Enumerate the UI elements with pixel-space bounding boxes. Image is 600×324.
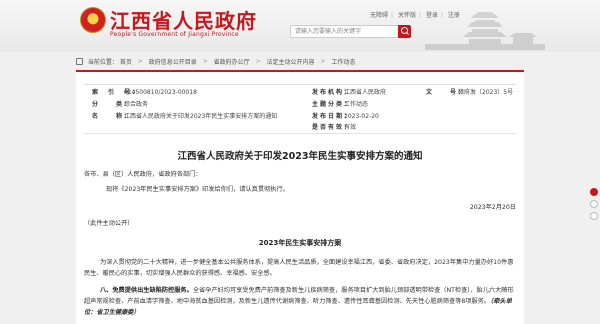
side-toolbar (590, 188, 600, 224)
divider: | (391, 12, 394, 19)
section-lead-paragraph: 为深入贯彻党的二十大精神，进一步健全基本公共服务体系，提高人民生活品质，全面建设… (84, 259, 514, 277)
breadcrumb-separator: > (137, 58, 143, 65)
meta-index: 索 引 号：014500810/2023-00018 (92, 89, 197, 96)
meta-docno: 文 号：赣府发〔2023〕5号 (426, 89, 514, 96)
meta-title: 名 称：江西省人民政府关于印发2023年民生实事安排方案的通知 (92, 113, 278, 120)
breadcrumb-label: 当前位置： (87, 59, 118, 66)
site-title[interactable]: 江西省人民政府 (110, 5, 257, 34)
document-meta-table: 索 引 号：014500810/2023-00018 发布机构：江西省人民政府 … (84, 84, 516, 134)
breadcrumb-item-work-news[interactable]: 工作动态 (331, 57, 355, 66)
article-panel: 索 引 号：014500810/2023-00018 发布机构：江西省人民政府 … (76, 72, 524, 324)
search-icon[interactable] (398, 25, 411, 38)
search-input[interactable]: 请输入您要输入的关键字 (290, 25, 400, 38)
article-date: 2023年2月20日 (469, 204, 516, 211)
breadcrumb-item-catalog[interactable]: 政府信息公开目录 (149, 57, 197, 66)
pavilion-silhouette-icon (425, 12, 545, 50)
meta-issuer: 发布机构：江西省人民政府 (312, 89, 387, 96)
site-subtitle: People's Government of Jiangxi Province (110, 31, 239, 38)
meta-validity: 是否有效：有效 (312, 124, 357, 131)
meta-theme: 主题分类：工作动态 (312, 101, 369, 108)
breadcrumb-item-public-content[interactable]: 法定主动公开内容 (267, 57, 315, 66)
item-8-heading: 八、免费提供出生缺陷防控服务。 (100, 287, 193, 294)
location-icon (76, 58, 83, 65)
divider: | (418, 12, 422, 19)
article-title: 江西省人民政府关于印发2023年民生实事安排方案的通知 (177, 151, 423, 162)
breadcrumb-separator: > (320, 58, 326, 65)
meta-date: 发布日期：2023-02-20 (312, 113, 379, 120)
section-title: 2023年民生实事安排方案 (258, 239, 342, 247)
article-greeting: 各市、县（区）人民政府，省政府各部门： (84, 171, 202, 178)
breadcrumb-separator: > (202, 58, 208, 65)
breadcrumb-item-home[interactable]: 首页 (120, 57, 132, 66)
breadcrumb-item-office[interactable]: 省政府办公厅 (214, 57, 250, 66)
article-publicity-note: （此件主动公开） (84, 220, 134, 227)
site-header: 江西省人民政府 People's Government of Jiangxi P… (0, 0, 600, 52)
national-emblem-icon (80, 7, 106, 33)
meta-category: 分 类：综合政务 (92, 101, 149, 108)
care-mode-link[interactable]: 关怀版 (398, 10, 416, 19)
breadcrumb: 当前位置： 首页 > 政府信息公开目录 > 省政府办公厅 > 法定主动公开内容 … (76, 57, 524, 69)
section-item-8: 八、免费提供出生缺陷防控服务。全省孕产妇均可享受免费产前筛查及新生儿疾病筛查，服… (84, 285, 516, 318)
back-to-top-icon[interactable] (590, 212, 598, 220)
accessibility-link[interactable]: 无障碍 (370, 10, 388, 19)
share-icon[interactable] (590, 188, 598, 196)
print-icon[interactable] (590, 200, 598, 208)
breadcrumb-separator: > (255, 58, 261, 65)
article-intro: 现将《2023年民生实事安排方案》印发给你们，请认真贯彻执行。 (106, 186, 289, 193)
